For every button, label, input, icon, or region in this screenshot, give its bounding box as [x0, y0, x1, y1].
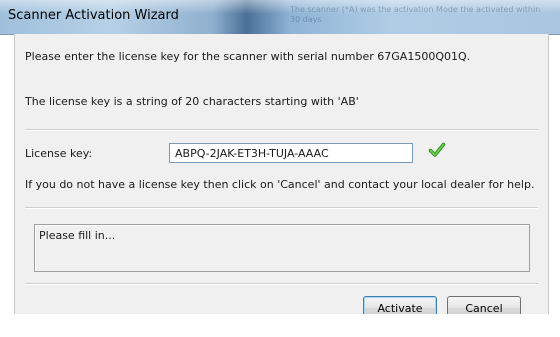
- title-bar[interactable]: Scanner Activation Wizard The scanner (*…: [0, 0, 560, 35]
- status-message: Please fill in...: [39, 229, 116, 242]
- wizard-content: Please enter the license key for the sca…: [14, 34, 549, 320]
- format-hint-text: The license key is a string of 20 charac…: [25, 95, 359, 108]
- help-text: If you do not have a license key then cl…: [25, 178, 535, 191]
- separator-bottom: [25, 283, 538, 285]
- wizard-window: Scanner Activation Wizard The scanner (*…: [0, 0, 560, 337]
- background-window-text: The scanner (*A) was the activation Mode…: [290, 5, 541, 24]
- check-icon: [428, 142, 446, 157]
- intro-text: Please enter the license key for the sca…: [25, 50, 471, 63]
- window-title: Scanner Activation Wizard: [8, 8, 179, 23]
- window-bottom-edge: [14, 314, 549, 337]
- license-key-input[interactable]: [169, 143, 413, 163]
- status-panel: Please fill in...: [34, 224, 530, 272]
- license-key-label: License key:: [25, 147, 93, 160]
- separator-middle: [25, 207, 538, 209]
- separator-top: [25, 129, 538, 131]
